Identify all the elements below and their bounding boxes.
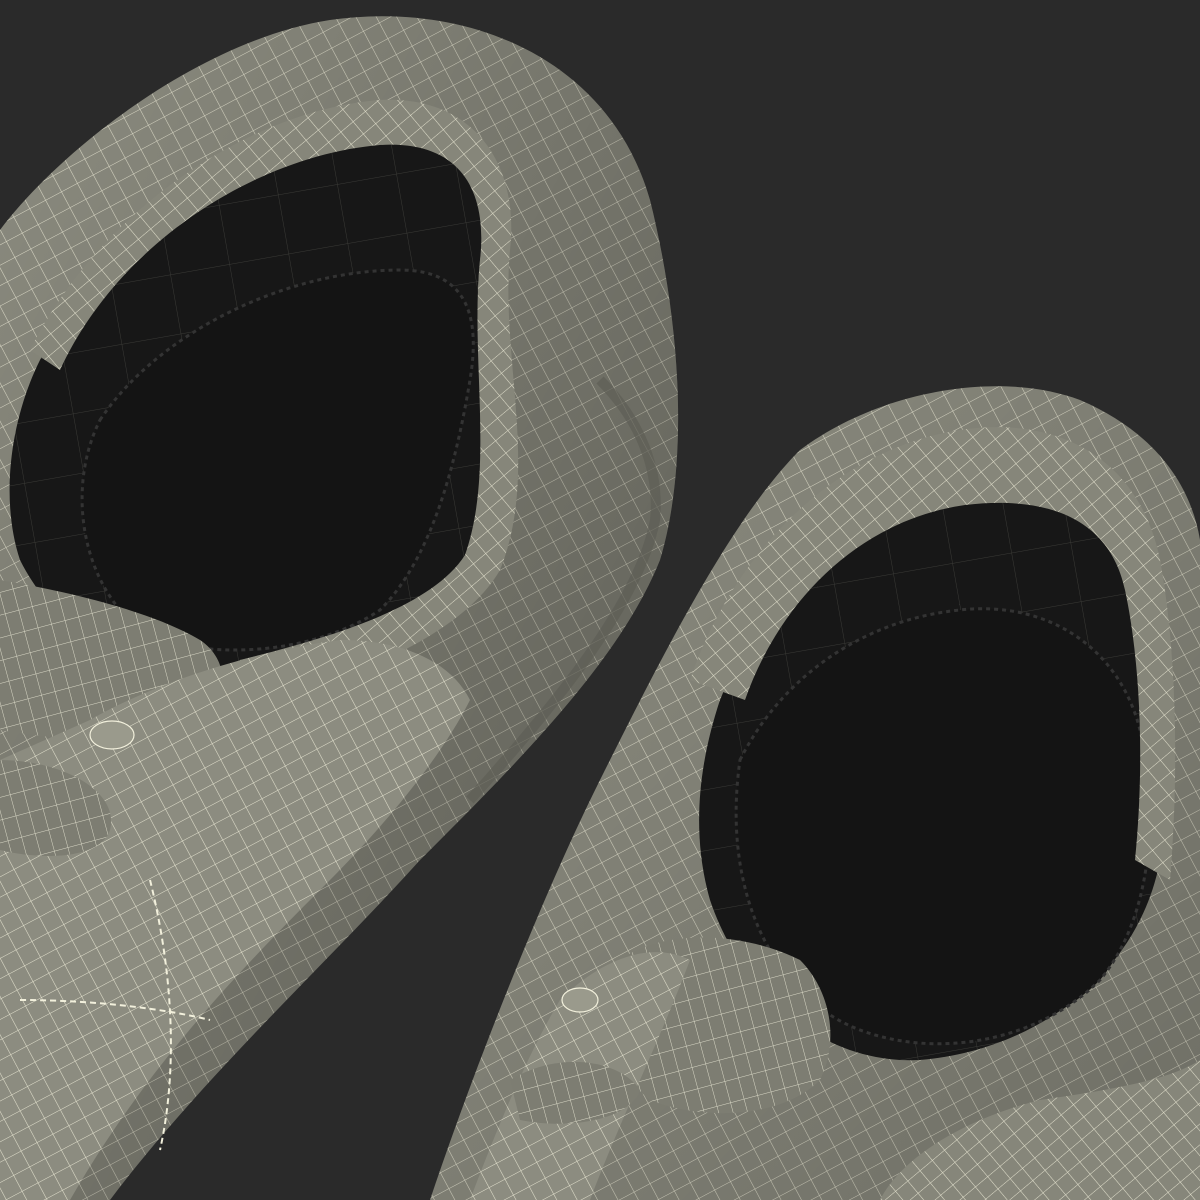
left-sneaker-eyelet (89, 720, 135, 750)
wireframe-render-canvas (0, 0, 1200, 1200)
right-sneaker-eyelet (561, 987, 599, 1013)
render-svg (0, 0, 1200, 1200)
